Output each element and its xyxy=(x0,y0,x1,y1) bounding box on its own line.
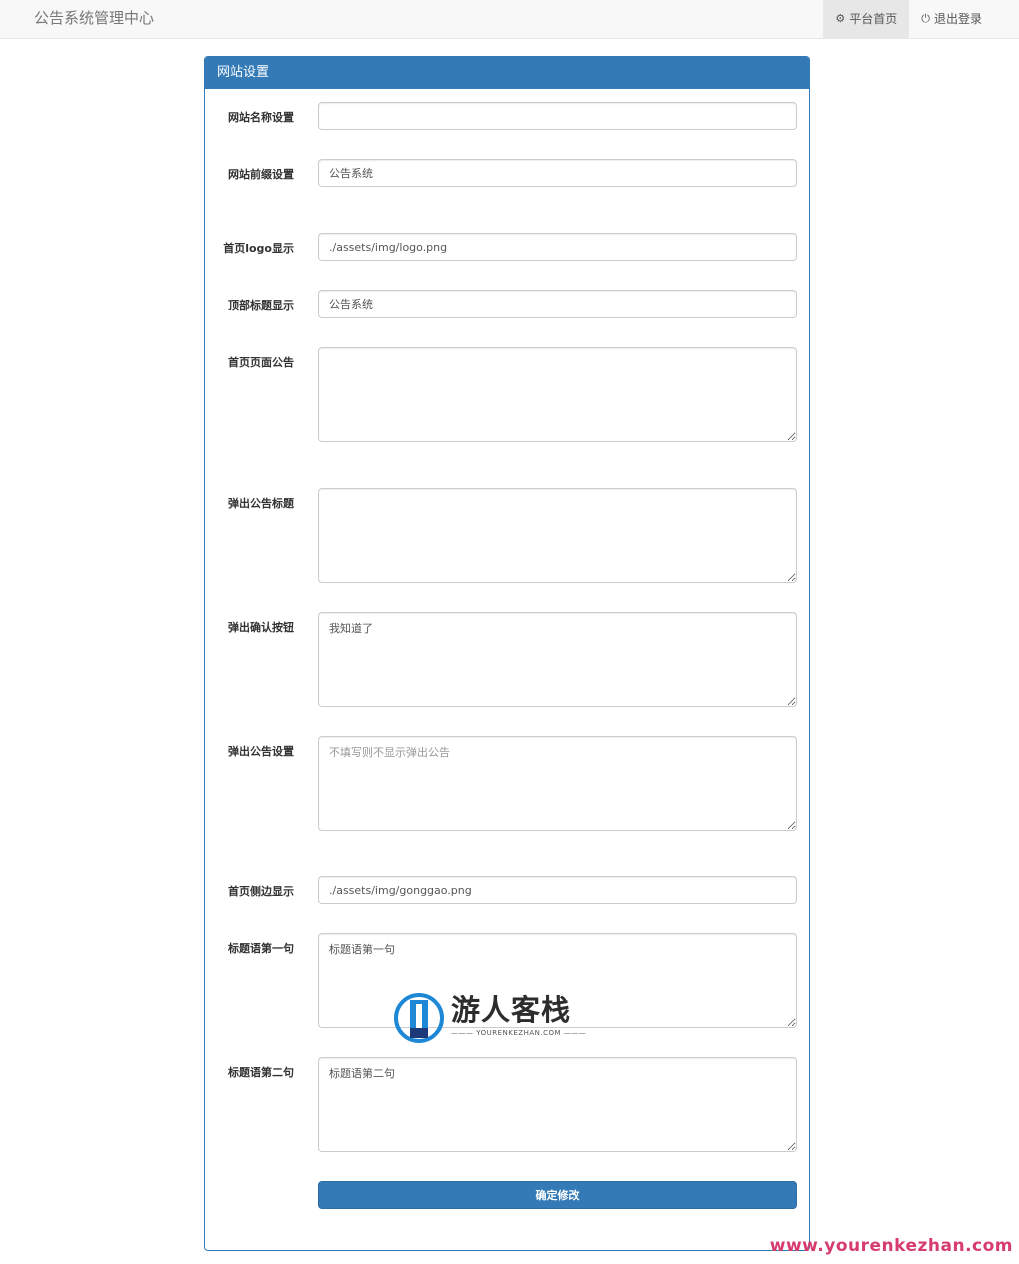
top-title-label: 顶部标题显示 xyxy=(228,299,294,312)
top-navbar: 公告系统管理中心 ⚙ 平台首页 ⏻ 退出登录 xyxy=(0,0,1019,39)
watermark-url: www.yourenkezhan.com xyxy=(769,1236,1013,1256)
home-notice-textarea[interactable] xyxy=(318,347,797,442)
logo-input[interactable] xyxy=(318,233,797,261)
slogan-2-label: 标题语第二句 xyxy=(228,1066,294,1079)
panel-title: 网站设置 xyxy=(205,57,809,89)
nav-logout-label: 退出登录 xyxy=(933,12,982,26)
nav-home-label: 平台首页 xyxy=(849,12,898,26)
settings-panel: 网站设置 网站名称设置 网站前缀设置 首页logo显示 顶部标题显示 首页页面公… xyxy=(204,56,810,1251)
popup-title-label: 弹出公告标题 xyxy=(228,497,294,510)
nav-home[interactable]: ⚙ 平台首页 xyxy=(823,0,910,38)
power-icon: ⏻ xyxy=(921,12,930,25)
popup-setting-textarea[interactable] xyxy=(318,736,797,831)
watermark-sub-text: YOURENKEZHAN.COM xyxy=(476,1029,562,1037)
submit-button[interactable]: 确定修改 xyxy=(318,1181,797,1209)
site-suffix-label: 网站前缀设置 xyxy=(228,168,294,181)
slogan-1-label: 标题语第一句 xyxy=(228,942,294,955)
logo-label: 首页logo显示 xyxy=(223,242,294,255)
side-image-label: 首页侧边显示 xyxy=(228,885,294,898)
site-suffix-input[interactable] xyxy=(318,159,797,187)
watermark-name: 游人客栈 xyxy=(451,993,572,1027)
watermark-sub: ——— YOURENKEZHAN.COM ——— xyxy=(451,1029,587,1037)
popup-title-textarea[interactable] xyxy=(318,488,797,583)
popup-setting-label: 弹出公告设置 xyxy=(228,745,294,758)
popup-button-textarea[interactable]: 我知道了 xyxy=(318,612,797,707)
slogan-2-textarea[interactable]: 标题语第二句 xyxy=(318,1057,797,1152)
brand-title[interactable]: 公告系统管理中心 xyxy=(34,0,154,36)
nav-logout[interactable]: ⏻ 退出登录 xyxy=(909,0,994,38)
side-image-input[interactable] xyxy=(318,876,797,904)
top-title-input[interactable] xyxy=(318,290,797,318)
watermark-emblem-icon xyxy=(394,993,444,1043)
popup-button-label: 弹出确认按钮 xyxy=(228,621,294,634)
site-name-input[interactable] xyxy=(318,102,797,130)
navbar-right: ⚙ 平台首页 ⏻ 退出登录 xyxy=(823,0,1019,38)
watermark-logo: 游人客栈 ——— YOURENKEZHAN.COM ——— xyxy=(393,992,587,1044)
site-name-label: 网站名称设置 xyxy=(228,111,294,124)
home-notice-label: 首页页面公告 xyxy=(228,356,294,369)
gear-icon: ⚙ xyxy=(835,12,846,25)
